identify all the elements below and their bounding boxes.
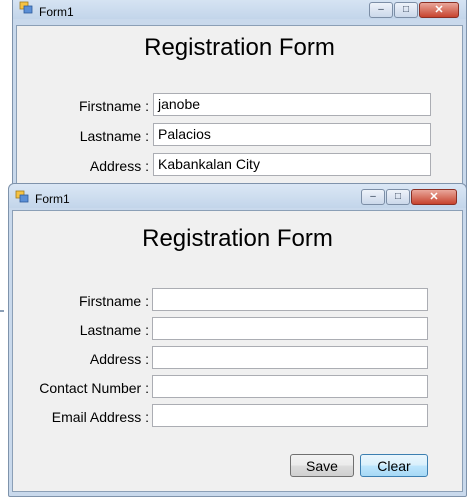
email-address-input[interactable] xyxy=(152,404,428,427)
lastname-label: Lastname : xyxy=(79,322,149,338)
address-input[interactable] xyxy=(152,346,428,369)
back-window-titlebar[interactable]: Form1 – □ ✕ xyxy=(13,0,466,19)
lastname-label: Lastname : xyxy=(79,128,149,144)
back-window-client: Registration Form Firstname : janobe Las… xyxy=(16,25,463,186)
address-label: Address : xyxy=(89,351,149,367)
form-app-icon xyxy=(15,190,29,203)
firstname-input[interactable] xyxy=(152,288,428,311)
front-window-titlebar[interactable]: Form1 – □ ✕ xyxy=(9,184,466,208)
close-button[interactable]: ✕ xyxy=(411,189,457,205)
save-button[interactable]: Save xyxy=(290,454,354,477)
address-label: Address : xyxy=(89,158,149,174)
form-app-icon xyxy=(19,1,33,14)
close-button[interactable]: ✕ xyxy=(419,2,459,18)
contact-number-input[interactable] xyxy=(152,375,428,398)
firstname-label: Firstname : xyxy=(78,293,149,309)
back-window-title: Form1 xyxy=(39,5,74,19)
address-input[interactable]: Kabankalan City xyxy=(153,153,431,176)
firstname-label: Firstname : xyxy=(78,98,149,114)
lastname-input[interactable] xyxy=(152,317,428,340)
back-window: Form1 – □ ✕ Registration Form Firstname … xyxy=(12,0,467,194)
clear-button[interactable]: Clear xyxy=(360,454,428,477)
email-address-label: Email Address : xyxy=(51,409,149,425)
firstname-input[interactable]: janobe xyxy=(153,93,431,116)
minimize-button[interactable]: – xyxy=(369,2,393,18)
form-heading: Registration Form xyxy=(142,225,333,252)
maximize-button[interactable]: □ xyxy=(386,189,410,205)
contact-number-label: Contact Number : xyxy=(39,380,149,396)
front-window-client: Registration Form Firstname : Lastname :… xyxy=(12,210,463,492)
lastname-input[interactable]: Palacios xyxy=(153,123,431,146)
form-heading: Registration Form xyxy=(144,34,335,61)
front-window: Form1 – □ ✕ Registration Form Firstname … xyxy=(8,183,467,497)
front-window-title: Form1 xyxy=(35,192,70,206)
minimize-button[interactable]: – xyxy=(361,189,385,205)
resize-grip-icon xyxy=(0,310,4,312)
maximize-button[interactable]: □ xyxy=(394,2,418,18)
